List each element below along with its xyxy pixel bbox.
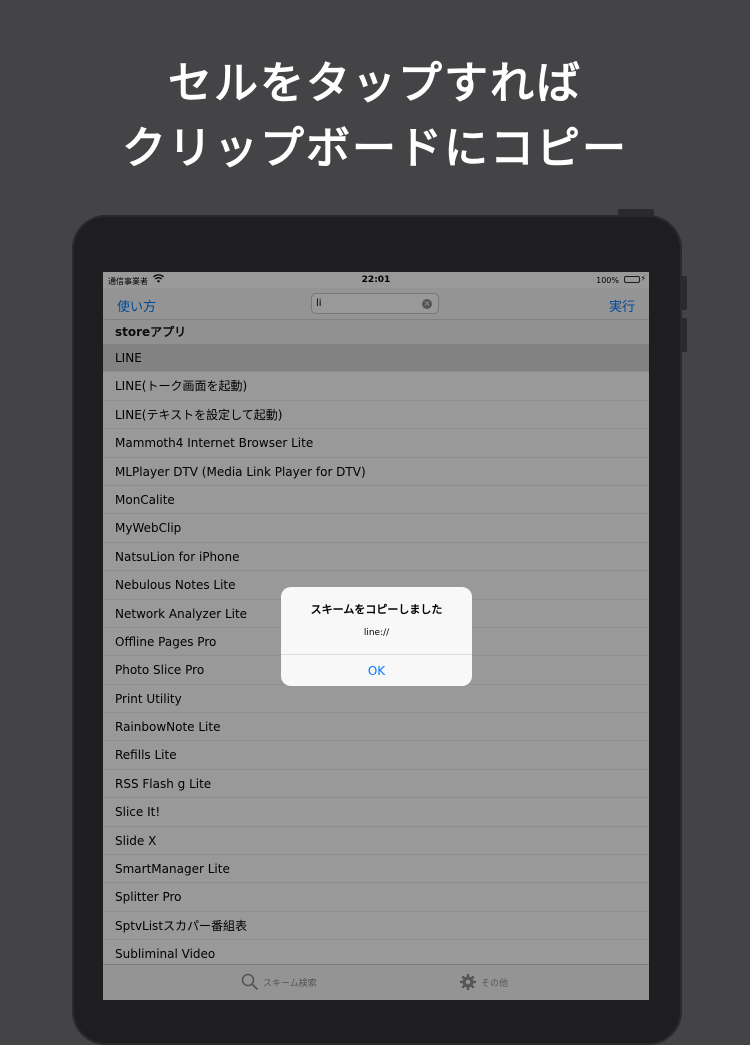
- ipad-volume-down-button: [681, 318, 687, 352]
- headline-line-1: セルをタップすれば: [168, 58, 582, 109]
- app-screen: 通信事業者 22:01 100% ⚡ 使い方 × 実行 storeアプリ LIN…: [103, 272, 649, 1000]
- ipad-volume-up-button: [681, 276, 687, 310]
- alert-title: スキームをコピーしました: [310, 603, 443, 616]
- ipad-power-button: [618, 209, 654, 216]
- alert-message: line://: [363, 628, 390, 638]
- alert-ok-button[interactable]: OK: [281, 659, 472, 683]
- copied-alert: スキームをコピーしました line:// OK: [281, 587, 472, 686]
- alert-divider: [281, 654, 472, 655]
- headline-line-2: クリップボードにコピー: [122, 123, 628, 174]
